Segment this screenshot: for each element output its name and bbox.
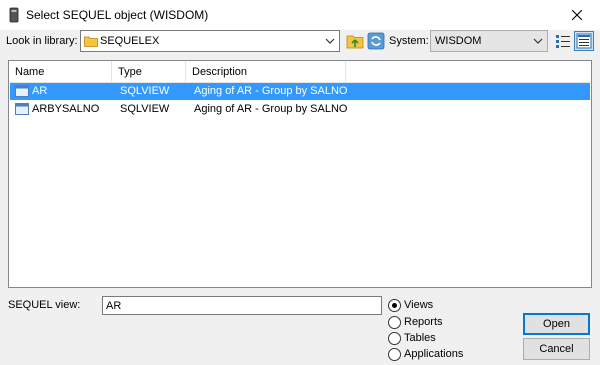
radio-label: Tables xyxy=(404,332,436,344)
view-icon xyxy=(15,85,29,97)
row-description: Aging of AR - Group by SALNO xyxy=(194,103,348,115)
view-icon xyxy=(15,103,29,115)
list-view-icon xyxy=(556,35,570,48)
up-level-button[interactable] xyxy=(345,31,365,51)
table-row[interactable]: AR SQLVIEW Aging of AR - Group by SALNO xyxy=(10,83,590,100)
list-header: Name Type Description xyxy=(9,61,591,83)
details-view-button[interactable] xyxy=(574,31,594,51)
refresh-button[interactable] xyxy=(366,31,386,51)
title-bar: Select SEQUEL object (WISDOM) xyxy=(0,0,600,30)
chevron-down-icon[interactable] xyxy=(324,34,336,48)
database-icon xyxy=(9,7,19,23)
radio-circle[interactable] xyxy=(388,347,401,361)
radio-views[interactable]: Views xyxy=(388,297,433,313)
row-name: AR xyxy=(32,85,48,97)
folder-icon xyxy=(84,36,98,47)
refresh-icon xyxy=(367,32,385,50)
row-description: Aging of AR - Group by SALNO xyxy=(194,85,348,97)
row-name: ARBYSALNO xyxy=(32,103,100,115)
radio-label: Reports xyxy=(404,316,443,328)
table-row[interactable]: ARBYSALNO SQLVIEW Aging of AR - Group by… xyxy=(10,101,590,118)
radio-label: Applications xyxy=(404,348,464,360)
view-name-input[interactable] xyxy=(103,297,381,314)
folder-up-icon xyxy=(346,35,364,49)
view-name-field[interactable] xyxy=(102,296,382,315)
window-title: Select SEQUEL object (WISDOM) xyxy=(26,8,209,22)
view-label: SEQUEL view: xyxy=(8,299,81,311)
library-label: Look in library: xyxy=(6,35,78,47)
radio-applications[interactable]: Applications xyxy=(388,346,463,362)
radio-tables[interactable]: Tables xyxy=(388,330,436,346)
object-list[interactable]: Name Type Description AR SQLVIEW Aging o… xyxy=(8,60,592,288)
radio-label: Views xyxy=(404,299,434,311)
row-type: SQLVIEW xyxy=(120,103,170,115)
radio-circle[interactable] xyxy=(388,298,401,312)
column-header-type[interactable]: Type xyxy=(112,61,186,83)
system-label: System: xyxy=(389,35,429,47)
column-header-description[interactable]: Description xyxy=(186,61,346,83)
chevron-down-icon[interactable] xyxy=(532,34,544,48)
radio-reports[interactable]: Reports xyxy=(388,314,443,330)
row-type: SQLVIEW xyxy=(120,85,170,97)
close-icon xyxy=(572,10,582,20)
close-button[interactable] xyxy=(554,0,600,30)
cancel-button[interactable]: Cancel xyxy=(523,338,590,360)
open-button[interactable]: Open xyxy=(523,313,590,335)
library-value: SEQUELEX xyxy=(100,35,160,47)
radio-circle[interactable] xyxy=(388,331,401,345)
radio-circle[interactable] xyxy=(388,315,401,329)
system-value: WISDOM xyxy=(435,35,482,47)
library-combo[interactable]: SEQUELEX xyxy=(80,30,340,52)
system-combo[interactable]: WISDOM xyxy=(430,30,548,52)
list-view-button[interactable] xyxy=(553,31,573,51)
details-view-icon xyxy=(576,33,592,49)
column-header-name[interactable]: Name xyxy=(9,61,112,83)
